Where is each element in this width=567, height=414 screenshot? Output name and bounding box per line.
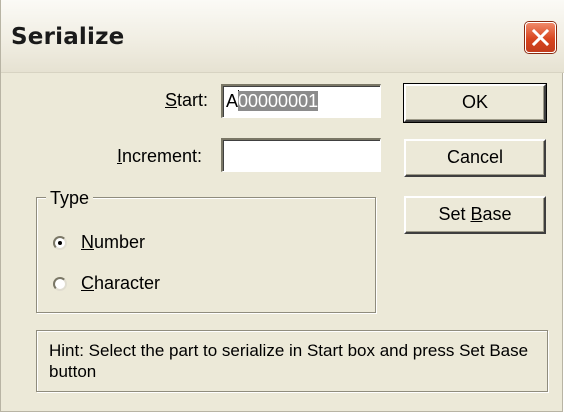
- radio-button-selected[interactable]: [53, 235, 67, 250]
- start-label: Start:: [165, 90, 209, 110]
- start-input-value-prefix: A: [226, 91, 239, 111]
- start-input-selected-text: 00000001: [238, 91, 319, 111]
- close-icon: [531, 28, 550, 47]
- ok-button[interactable]: OK: [403, 83, 547, 123]
- radio-number[interactable]: Number: [53, 232, 145, 253]
- radio-character-label: Character: [81, 273, 161, 293]
- hint-text: Hint: Select the part to serialize in St…: [36, 330, 548, 392]
- set-base-button[interactable]: Set Base: [404, 196, 546, 234]
- increment-input[interactable]: [221, 138, 381, 172]
- serialize-dialog: Serialize Start: A00000001 Increment: OK…: [0, 0, 564, 412]
- start-input[interactable]: A00000001: [221, 84, 381, 118]
- cancel-button[interactable]: Cancel: [404, 139, 546, 177]
- type-group-legend: Type: [46, 188, 94, 209]
- radio-number-label: Number: [81, 232, 146, 252]
- dialog-title: Serialize: [11, 24, 125, 50]
- radio-button-unselected[interactable]: [53, 276, 67, 291]
- title-bar[interactable]: Serialize: [1, 0, 564, 73]
- increment-label: Increment:: [117, 146, 203, 166]
- radio-dot: [58, 240, 62, 245]
- close-button[interactable]: [525, 22, 556, 53]
- type-groupbox: [36, 197, 376, 313]
- radio-character[interactable]: Character: [53, 273, 160, 294]
